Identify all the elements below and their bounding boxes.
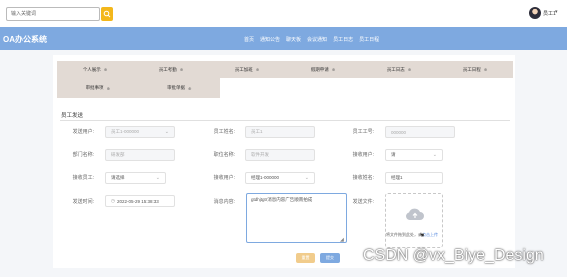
search-input[interactable] [6, 7, 100, 21]
department-field[interactable]: 研发部 [105, 149, 175, 161]
send-time-value: 2022-05-29 15:38:33 [116, 198, 159, 204]
upload-link[interactable]: 点击上传 [422, 232, 438, 237]
module-tabbar-secondary: 审批事项 ⊕ 审批单据 ⊕ [57, 78, 220, 98]
tab-overtime[interactable]: 员工加班 ⊕ [209, 61, 285, 78]
tab-leave[interactable]: 假期申请 ⊕ [285, 61, 361, 78]
username-label[interactable]: 员工1 [543, 10, 556, 17]
receiver-user-select[interactable]: 请 ⌄ [385, 149, 443, 161]
tab-label: 个人展示 [82, 66, 101, 72]
tab-logs[interactable]: 员工日志 ⊕ [361, 61, 437, 78]
chevron-down-icon: ⌄ [304, 175, 309, 181]
receiver-user2-label: 接收用户: [213, 175, 235, 181]
send-time-picker[interactable]: ◷ 2022-05-29 15:38:33 [105, 195, 175, 207]
department-label: 部门名称: [72, 152, 94, 158]
tab-attendance[interactable]: 员工考勤 ⊕ [133, 61, 209, 78]
plus-circle-icon: ⊕ [331, 67, 336, 72]
plus-circle-icon: ⊕ [103, 67, 108, 72]
clock-icon: ◷ [111, 198, 115, 203]
receiver-user2-value: 经理1-000000 [251, 175, 280, 180]
receiver-name-label: 接收姓名: [352, 175, 374, 181]
receiver-staff-value: 请选择 [111, 175, 125, 180]
pointer-hand-icon: ☚ [419, 233, 425, 239]
tab-label: 审批单据 [167, 85, 186, 90]
tab-profile[interactable]: 个人展示 ⊕ [57, 61, 133, 78]
nav-item-notices[interactable]: 通知公告 [260, 36, 280, 43]
tab-schedule[interactable]: 员工日程 ⊕ [437, 61, 513, 78]
brand-title: OA办公系统 [3, 35, 47, 44]
tab-label: 员工加班 [234, 66, 253, 72]
receiver-user-label: 接收用户: [352, 152, 374, 158]
search-button[interactable] [101, 7, 113, 21]
message-label: 消息内容: [213, 199, 235, 205]
file-label: 发送文件: [352, 199, 374, 205]
file-upload-dropzone[interactable] [385, 193, 443, 248]
plus-circle-icon: ⊕ [255, 67, 260, 72]
nav-menu: 首页 通知公告 聊天板 会议通知 员工日志 员工日程 [244, 36, 385, 43]
tab-label: 员工日志 [386, 66, 405, 72]
employee-name-field[interactable]: 员工1 [245, 126, 315, 138]
resize-handle-icon[interactable]: ◢ [340, 237, 344, 243]
sender-value: 员工1-000000 [111, 129, 140, 134]
avatar[interactable] [529, 7, 541, 19]
receiver-user2-select[interactable]: 经理1-000000 ⌄ [245, 172, 315, 184]
watermark: CSDN @vx_Biye_Design [363, 247, 544, 264]
plus-circle-icon: ⊕ [179, 67, 184, 72]
module-tabbar: 个人展示 ⊕ 员工考勤 ⊕ 员工加班 ⊕ 假期申请 ⊕ 员工日志 ⊕ 员工日程 ⊕ [57, 61, 513, 78]
search-icon [103, 10, 111, 18]
cloud-upload-icon [406, 208, 424, 221]
tab-label: 审批事项 [85, 85, 104, 90]
sender-label: 发送用户: [72, 129, 94, 135]
upload-hint-text: 将文件拖到此处，或 [386, 232, 422, 237]
chevron-down-icon: ⌄ [432, 152, 437, 158]
receiver-staff-label: 接收员工: [72, 175, 94, 181]
message-textarea[interactable]: gtdhjtgtr消息内容广告顺南拍成 [246, 193, 347, 243]
reset-button[interactable]: 重置 [296, 253, 315, 263]
receiver-name-field[interactable]: 经理1 [385, 172, 443, 184]
tab-approval-forms[interactable]: 审批单据 ⊕ [139, 78, 221, 98]
tab-label: 员工考勤 [158, 66, 177, 72]
submit-button[interactable]: 提交 [320, 253, 340, 263]
receiver-staff-select[interactable]: 请选择 ⌄ [105, 172, 166, 184]
nav-item-chat[interactable]: 聊天板 [286, 36, 301, 43]
tab-label: 员工日程 [462, 66, 481, 72]
nav-item-home[interactable]: 首页 [244, 36, 254, 43]
tab-label: 假期申请 [310, 66, 329, 72]
position-field[interactable]: 软件开发 [245, 149, 315, 161]
plus-circle-icon: ⊕ [188, 85, 192, 91]
upload-hint: 将文件拖到此处，或点击上传 [386, 232, 446, 238]
nav-item-meetings[interactable]: 会议通知 [307, 36, 327, 43]
tab-approval-items[interactable]: 审批事项 ⊕ [57, 78, 139, 98]
sender-select[interactable]: 员工1-000000 ⌄ [105, 126, 175, 138]
employee-no-label: 员工工号: [352, 129, 374, 135]
section-divider [60, 120, 510, 121]
plus-circle-icon: ⊕ [407, 67, 412, 72]
chevron-down-icon: ⌄ [164, 129, 169, 135]
position-label: 职位名称: [213, 152, 235, 158]
plus-circle-icon: ⊕ [483, 67, 488, 72]
chevron-down-icon: ⌄ [155, 175, 160, 181]
section-title: 员工发送 [61, 113, 84, 119]
employee-no-field[interactable]: 000000 [385, 126, 455, 138]
send-time-label: 发送时间: [72, 199, 94, 205]
nav-item-schedule[interactable]: 员工日程 [359, 36, 379, 43]
chevron-down-icon[interactable]: ▾ [555, 9, 558, 15]
employee-name-label: 员工姓名: [213, 129, 235, 135]
nav-item-logs[interactable]: 员工日志 [333, 36, 353, 43]
plus-circle-icon: ⊕ [106, 85, 110, 91]
receiver-user-value: 请 [391, 152, 396, 157]
